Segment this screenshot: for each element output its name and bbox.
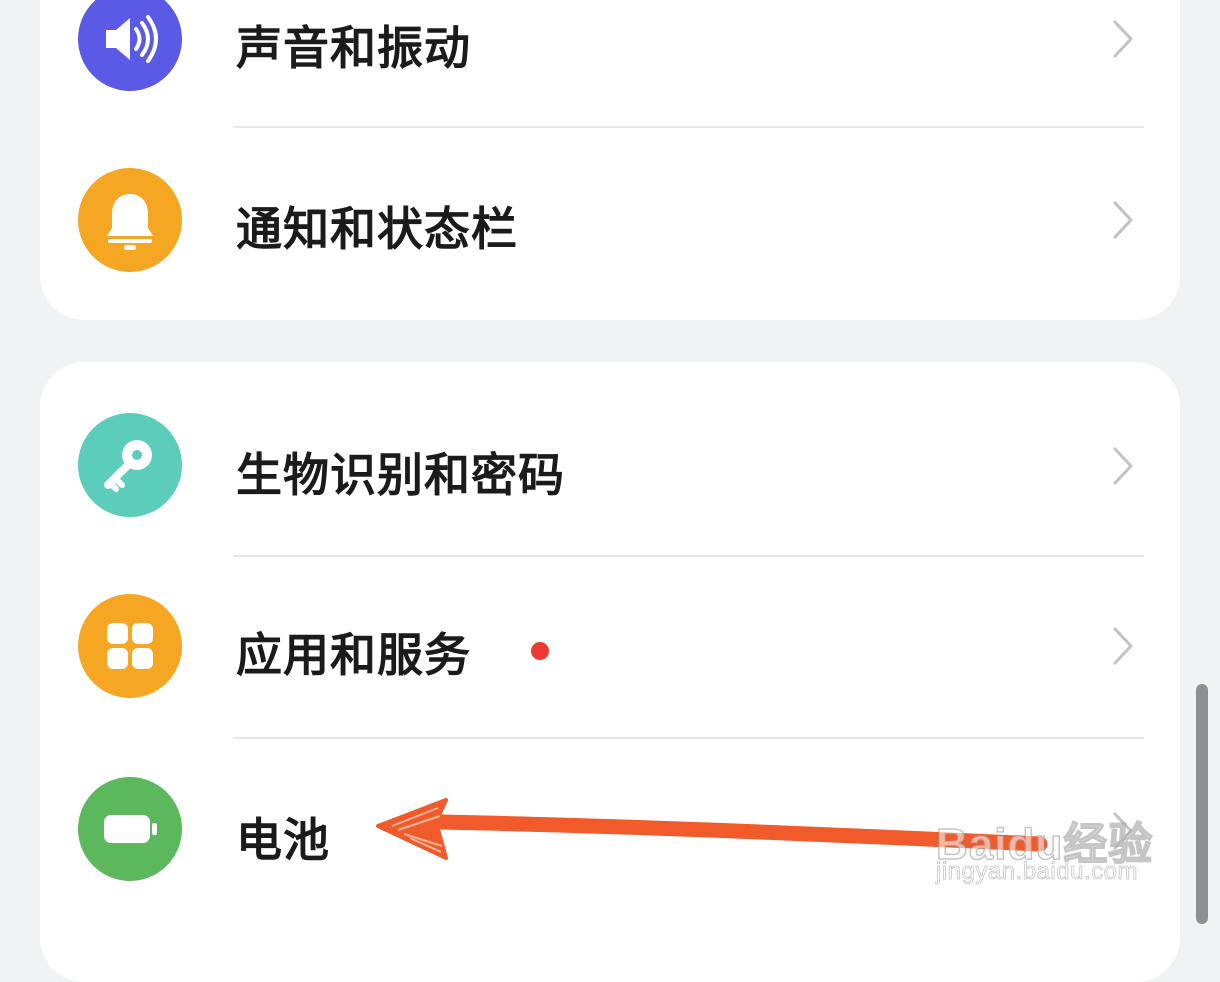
speaker-icon — [78, 0, 182, 91]
settings-item-label: 应用和服务 — [236, 628, 471, 682]
divider — [234, 555, 1144, 557]
settings-group-2: 生物识别和密码 应用和服务 电池 — [40, 362, 1180, 982]
settings-item-notifications[interactable]: 通知和状态栏 — [40, 158, 1180, 278]
divider — [234, 126, 1144, 128]
chevron-right-icon — [1113, 20, 1133, 58]
settings-item-label: 电池 — [236, 813, 330, 867]
watermark-url: jingyan.baidu.com — [936, 858, 1138, 886]
key-icon — [78, 413, 182, 517]
settings-item-label: 声音和振动 — [236, 21, 471, 75]
settings-item-apps-services[interactable]: 应用和服务 — [40, 584, 1180, 714]
settings-group-1: 声音和振动 通知和状态栏 — [40, 0, 1180, 320]
chevron-right-icon — [1113, 627, 1133, 665]
scrollbar[interactable] — [1196, 684, 1208, 924]
divider — [234, 737, 1144, 739]
settings-item-label: 生物识别和密码 — [236, 448, 565, 502]
chevron-right-icon — [1113, 447, 1133, 485]
settings-item-biometrics-password[interactable]: 生物识别和密码 — [40, 402, 1180, 532]
notification-badge-dot — [531, 642, 549, 660]
settings-item-label: 通知和状态栏 — [236, 202, 518, 256]
apps-grid-icon — [78, 594, 182, 698]
bell-icon — [78, 168, 182, 272]
chevron-right-icon — [1113, 201, 1133, 239]
settings-item-sound-vibration[interactable]: 声音和振动 — [40, 0, 1180, 99]
battery-icon — [78, 777, 182, 881]
